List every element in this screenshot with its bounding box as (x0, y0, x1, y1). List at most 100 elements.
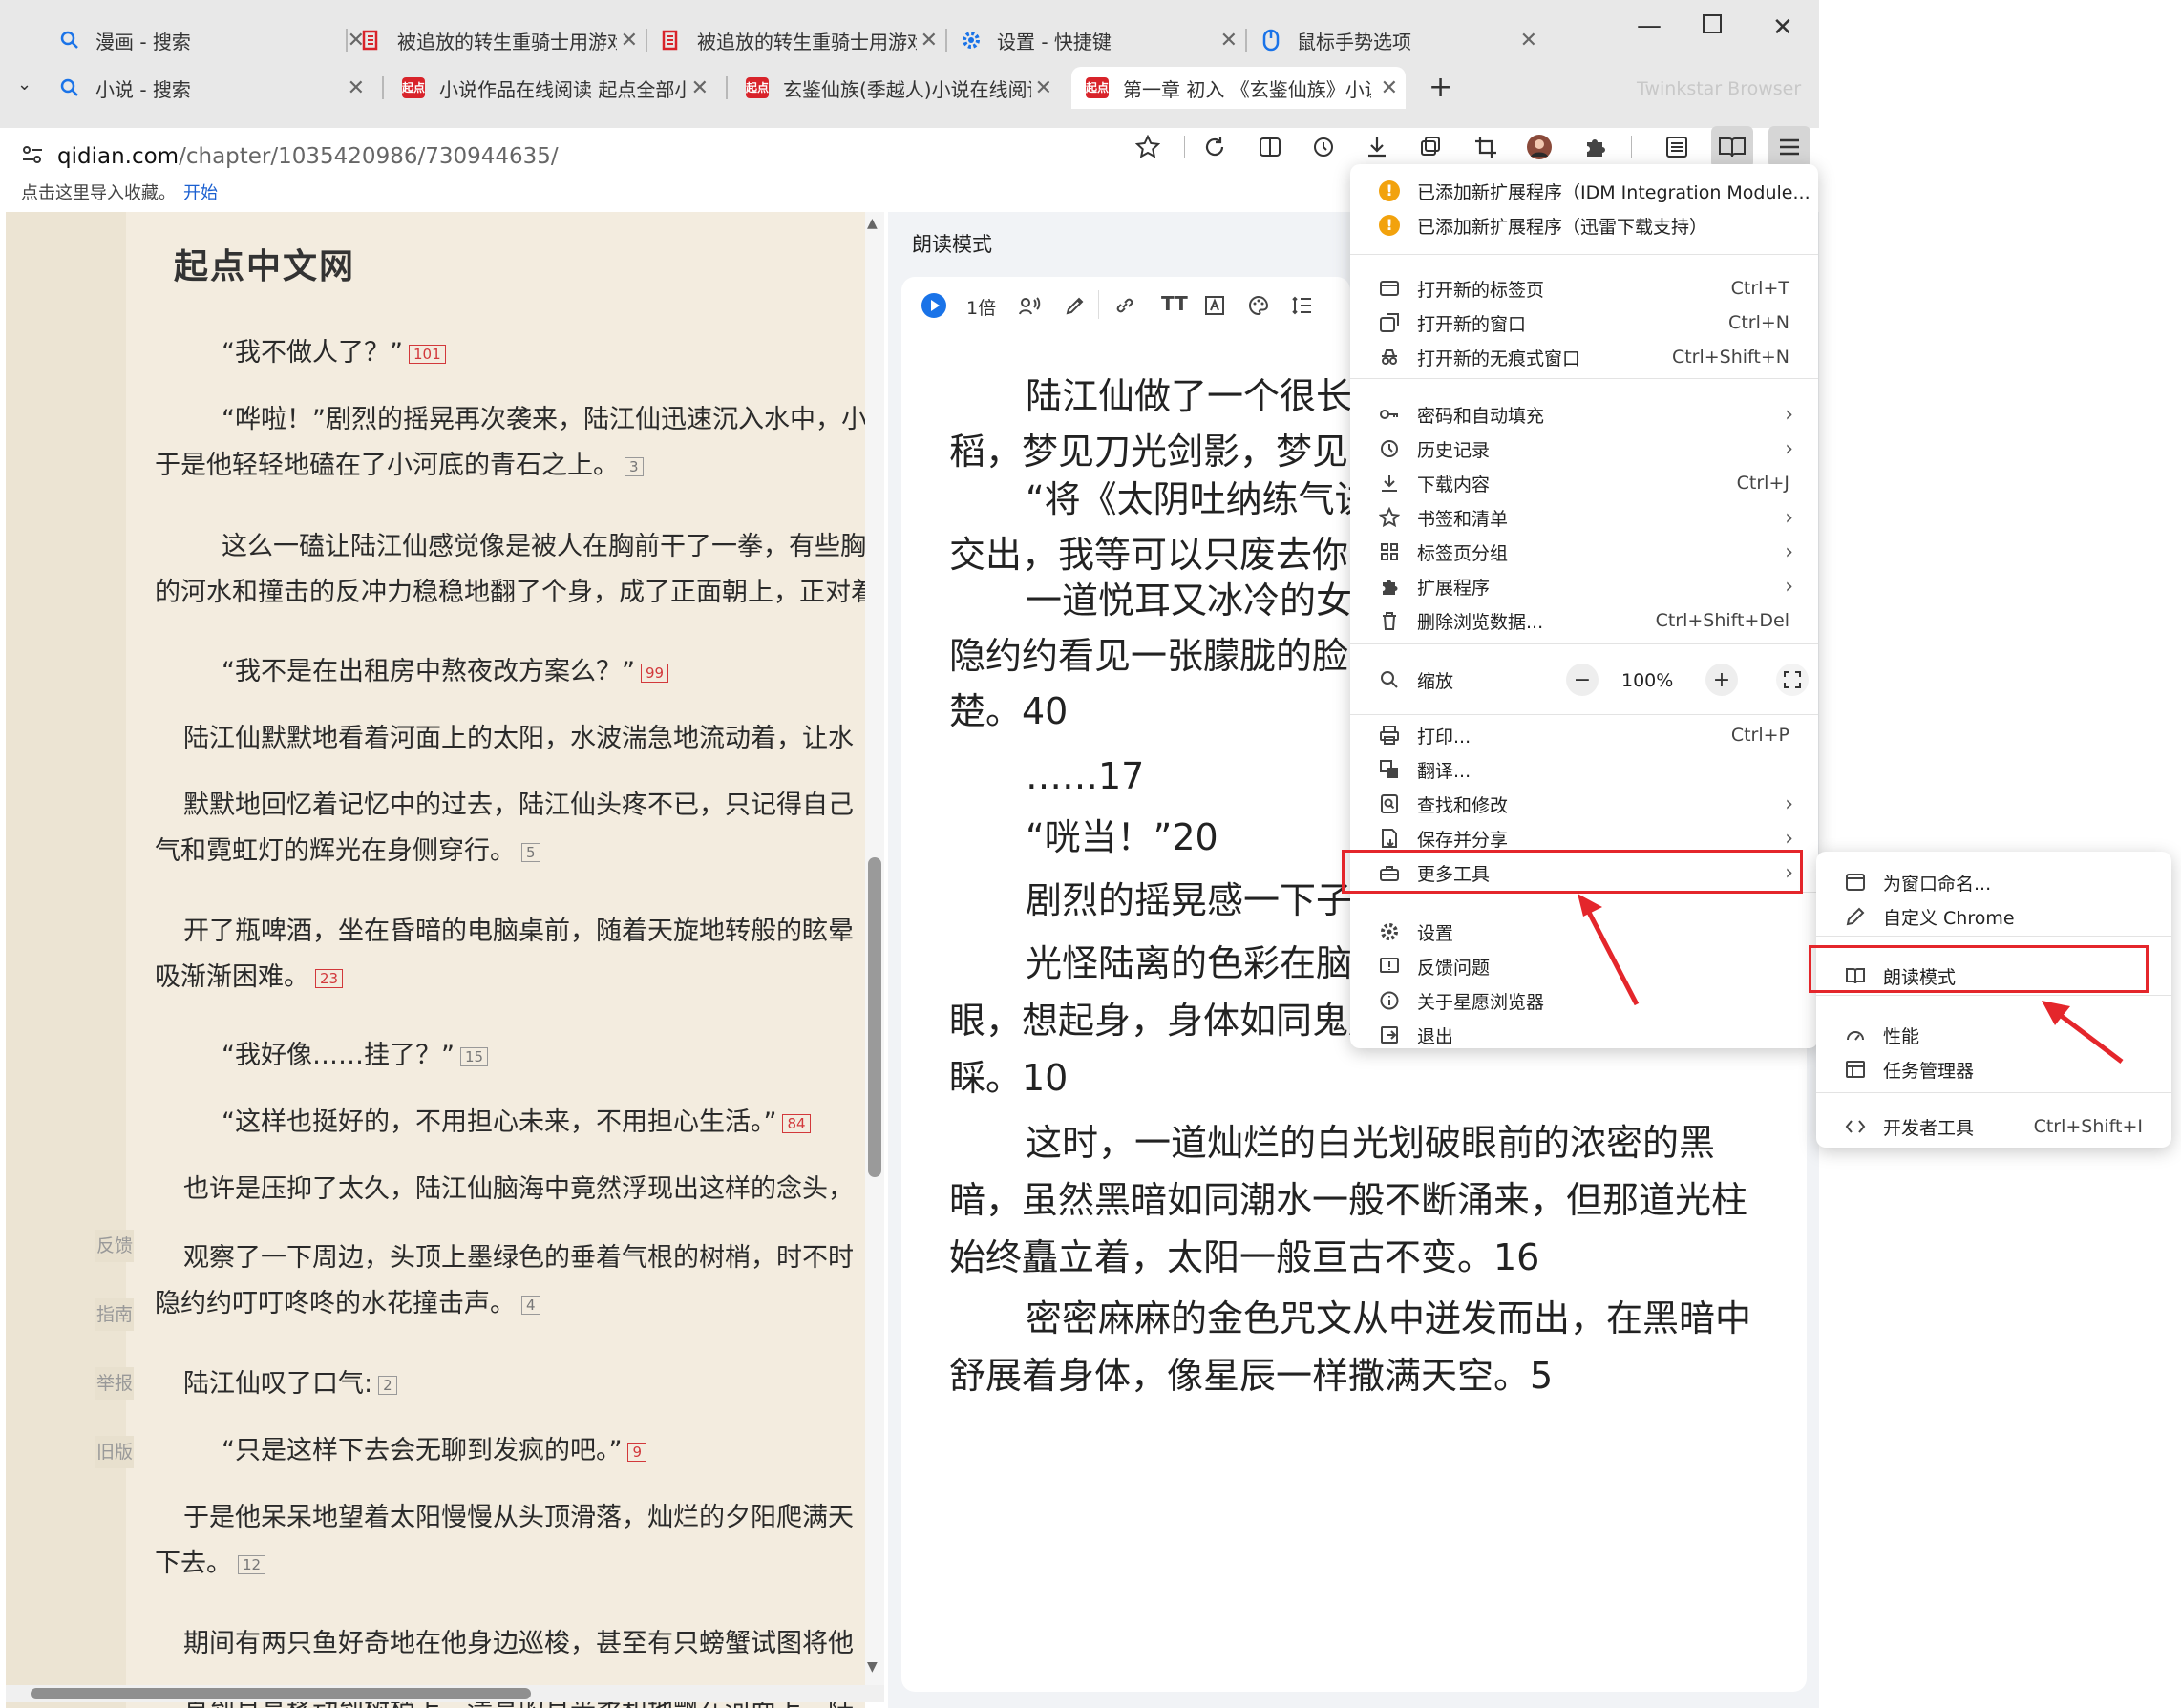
menu-item[interactable]: 书签和清单 › (1350, 500, 1818, 535)
report-side-button[interactable]: 举报 (95, 1367, 134, 1400)
tab-mouse-gesture[interactable]: 鼠标手势选项 ✕ (1259, 19, 1545, 61)
menu-item[interactable]: 扩展程序 › (1350, 569, 1818, 603)
chapter-paragraph: 这么一磕让陆江仙感觉像是被人在胸前干了一拳，有些胸闷 的河水和撞击的反冲力稳稳地翻… (155, 524, 865, 616)
menu-notice-xunlei[interactable]: ! 已添加新扩展程序（迅雷下载支持） (1350, 208, 1818, 242)
submenu-item[interactable]: 开发者工具 Ctrl+Shift+I (1816, 1109, 2171, 1144)
new-tab-button[interactable]: + (1429, 71, 1452, 104)
split-view-icon[interactable] (1249, 126, 1291, 168)
menu-item[interactable]: 历史记录 › (1350, 432, 1818, 466)
guide-side-button[interactable]: 指南 (95, 1298, 134, 1331)
color-palette-icon[interactable] (1247, 294, 1270, 317)
reading-mode-line: 始终矗立着，太阳一般亘古不变。16 (949, 1236, 1540, 1278)
menu-item[interactable]: 打开新的窗口 Ctrl+N (1350, 306, 1818, 340)
tab-active-chapter[interactable]: 起点 第一章 初入 《玄鉴仙族》小说 ✕ (1071, 67, 1406, 109)
link-icon[interactable] (1113, 294, 1136, 317)
zoom-in-button[interactable]: + (1705, 664, 1738, 696)
play-icon[interactable] (921, 292, 947, 319)
trash-icon (1379, 610, 1400, 631)
paragraph-line-text: 的河水和撞击的反冲力稳稳地翻了个身，成了正面朝上，正对着 (155, 578, 865, 607)
comment-count-badge[interactable]: 9 (627, 1442, 647, 1462)
reading-mode-title: 朗读模式 (912, 233, 992, 256)
menu-notice-idm[interactable]: ! 已添加新扩展程序（IDM Integration Module... (1350, 174, 1818, 208)
comment-count-badge[interactable]: 12 (238, 1554, 266, 1574)
feedback-side-button[interactable]: 反馈 (95, 1230, 134, 1262)
submenu-item[interactable]: 自定义 Chrome (1816, 899, 2171, 934)
scroll-up-arrow-icon[interactable]: ▲ (867, 216, 878, 231)
download-icon[interactable] (1356, 126, 1398, 168)
comment-count-badge[interactable]: 2 (378, 1375, 397, 1395)
close-icon[interactable]: ✕ (1520, 29, 1537, 53)
maximize-button[interactable] (1702, 13, 1723, 34)
menu-item-label: 自定义 Chrome (1883, 907, 2015, 929)
comment-count-badge[interactable]: 3 (625, 456, 644, 476)
chevron-right-icon: › (1785, 402, 1793, 427)
extensions-puzzle-icon[interactable] (1574, 126, 1616, 168)
screenshot-icon[interactable] (1409, 126, 1451, 168)
main-menu-icon[interactable] (1768, 126, 1810, 168)
voice-icon[interactable] (1018, 294, 1041, 317)
bookmark-star-icon[interactable] (1127, 126, 1169, 168)
avatar[interactable] (1518, 126, 1560, 168)
font-size-icon[interactable]: TT (1161, 292, 1188, 315)
tab-manga-search[interactable]: 漫画 - 搜索 ✕ (57, 19, 372, 61)
font-style-icon[interactable] (1203, 294, 1226, 317)
tab-list-chevron-icon[interactable]: ⌄ (17, 74, 32, 95)
vertical-scrollbar-thumb[interactable] (868, 857, 881, 1177)
fullscreen-icon[interactable] (1776, 664, 1809, 696)
menu-item[interactable]: 打印... Ctrl+P (1350, 718, 1818, 752)
close-icon[interactable]: ✕ (621, 29, 638, 53)
crop-icon[interactable] (1465, 126, 1507, 168)
reload-icon[interactable] (1194, 126, 1236, 168)
tab-novel-1[interactable]: 被追放的转生重骑士用游戏 ✕ (359, 19, 646, 61)
tab-novel-2[interactable]: 被追放的转生重骑士用游戏 ✕ (659, 19, 945, 61)
menu-item-label: 保存并分享 (1417, 829, 1509, 851)
comment-count-badge[interactable]: 5 (521, 842, 540, 862)
close-icon[interactable]: ✕ (691, 76, 709, 100)
scroll-down-arrow-icon[interactable]: ▼ (867, 1659, 878, 1675)
comment-count-badge[interactable]: 84 (782, 1113, 811, 1133)
line-spacing-icon[interactable] (1291, 294, 1314, 317)
comment-count-badge[interactable]: 4 (521, 1295, 540, 1315)
menu-item[interactable]: 标签页分组 › (1350, 535, 1818, 569)
tab-novel-search[interactable]: 小说 - 搜索 ✕ (57, 67, 372, 109)
menu-item[interactable]: 删除浏览数据... Ctrl+Shift+Del (1350, 603, 1818, 638)
minimize-button[interactable]: — (1637, 11, 1662, 40)
menu-item[interactable]: 翻译... (1350, 752, 1818, 787)
close-icon[interactable]: ✕ (1035, 76, 1052, 100)
site-info-icon[interactable] (21, 143, 44, 166)
close-icon[interactable]: ✕ (1220, 29, 1238, 53)
close-icon[interactable]: ✕ (921, 29, 938, 53)
highlight-icon[interactable] (1064, 294, 1087, 317)
zoom-label: 缩放 (1417, 670, 1454, 692)
tab-qidian-list[interactable]: 起点 小说作品在线阅读 起点全部小说 ✕ (401, 67, 716, 109)
history-clock-icon[interactable] (1302, 126, 1345, 168)
reading-mode-icon[interactable] (1711, 126, 1753, 168)
reading-list-icon[interactable] (1656, 126, 1698, 168)
comment-count-badge[interactable]: 101 (408, 344, 446, 364)
bookmark-import-link[interactable]: 开始 (183, 179, 218, 204)
old-version-side-button[interactable]: 旧版 (95, 1436, 134, 1468)
close-icon[interactable]: ✕ (348, 76, 365, 100)
menu-item[interactable]: 打开新的无痕式窗口 Ctrl+Shift+N (1350, 340, 1818, 374)
submenu-item[interactable]: 为窗口命名... (1816, 865, 2171, 899)
speed-button[interactable]: 1倍 (966, 294, 996, 320)
tab-qidian-book[interactable]: 起点 玄鉴仙族(季越人)小说在线阅读 ✕ (745, 67, 1060, 109)
menu-item[interactable]: 打开新的标签页 Ctrl+T (1350, 271, 1818, 306)
comment-count-badge[interactable]: 15 (459, 1046, 489, 1066)
menu-item[interactable]: 查找和修改 › (1350, 787, 1818, 821)
horizontal-scrollbar-thumb[interactable] (31, 1688, 531, 1699)
close-window-button[interactable]: ✕ (1772, 13, 1793, 42)
menu-item[interactable]: 密码和自动填充 › (1350, 397, 1818, 432)
zoom-out-button[interactable]: − (1566, 664, 1599, 696)
menu-item-shortcut: Ctrl+T (1730, 278, 1789, 299)
menu-item[interactable]: 下载内容 Ctrl+J (1350, 466, 1818, 500)
comment-count-badge[interactable]: 99 (640, 663, 669, 683)
tab-settings-shortcuts[interactable]: 设置 - 快捷键 ✕ (959, 19, 1245, 61)
paragraph-line: 的河水和撞击的反冲力稳稳地翻了个身，成了正面朝上，正对着 (155, 570, 865, 616)
tab-title: 漫画 - 搜索 (95, 30, 191, 53)
menu-item-label: 打印... (1417, 726, 1472, 748)
menu-item[interactable]: 退出 (1350, 1018, 1818, 1052)
menu-item-label: 任务管理器 (1883, 1060, 1975, 1082)
comment-count-badge[interactable]: 23 (315, 968, 344, 988)
close-icon[interactable]: ✕ (1381, 76, 1398, 100)
